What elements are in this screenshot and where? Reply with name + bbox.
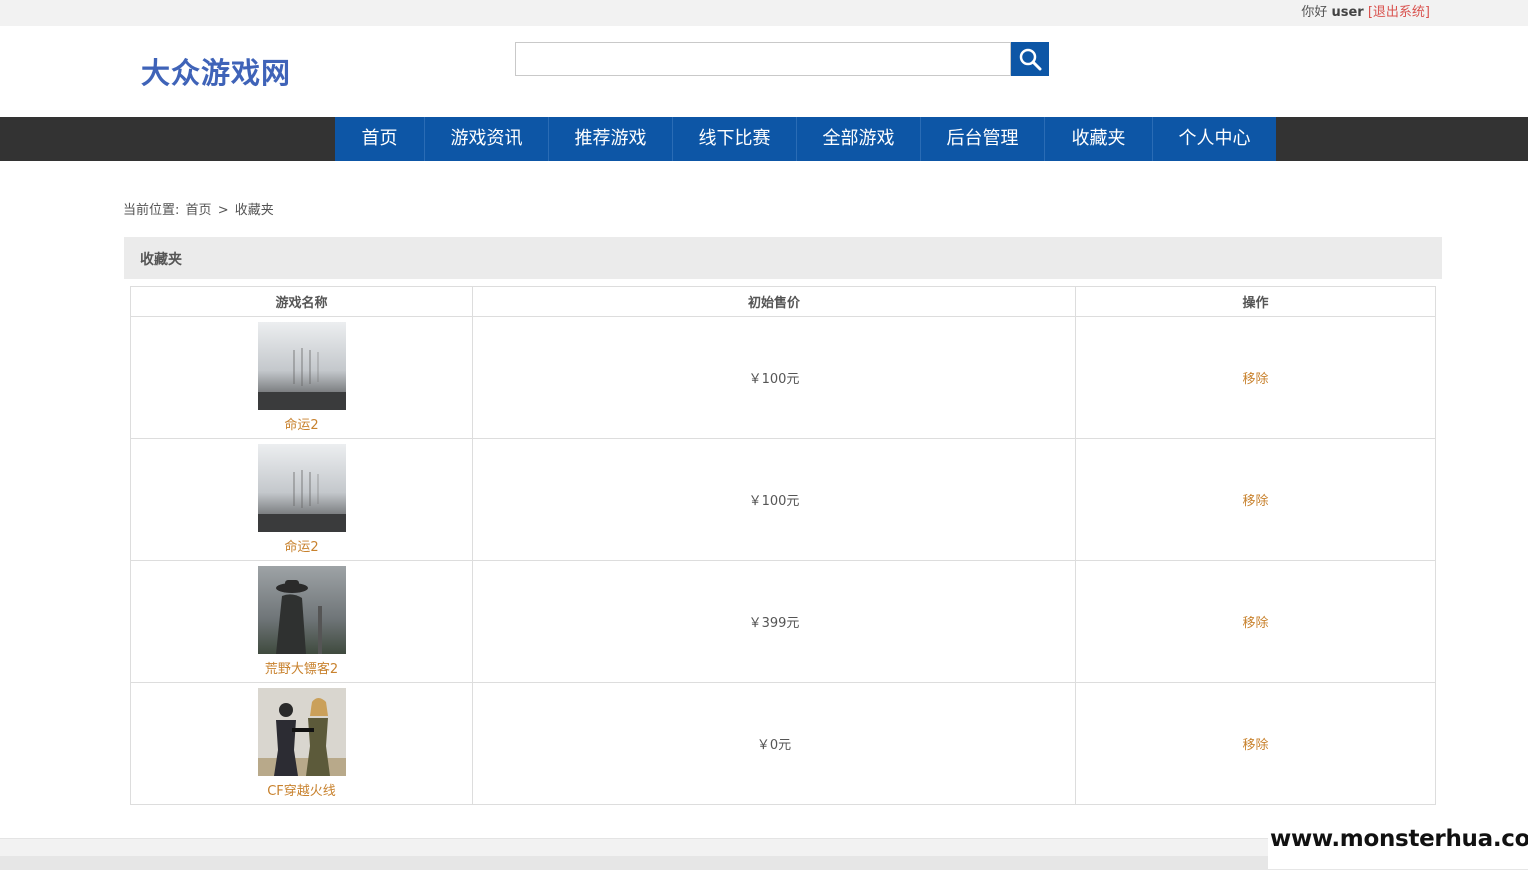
- game-thumbnail[interactable]: [257, 566, 346, 654]
- game-cell: CF穿越火线: [130, 682, 473, 805]
- game-cell: 命运2: [130, 438, 473, 561]
- action-cell: 移除: [1075, 682, 1436, 805]
- main-nav-bar: 首页 游戏资讯 推荐游戏 线下比赛 全部游戏 后台管理 收藏夹 个人中心: [0, 117, 1528, 161]
- column-header-name: 游戏名称: [130, 286, 473, 317]
- site-logo[interactable]: 大众游戏网: [141, 50, 291, 92]
- breadcrumb-separator: >: [217, 203, 229, 218]
- table-row: CF穿越火线 ￥0元 移除: [130, 682, 1436, 805]
- game-name-link[interactable]: 命运2: [131, 414, 472, 433]
- page-content: 当前位置: 首页 > 收藏夹 收藏夹 游戏名称 初始售价 操作 命运2 ￥100…: [0, 161, 1528, 838]
- column-header-action: 操作: [1075, 286, 1436, 317]
- top-bar: 你好 user [退出系统]: [0, 0, 1528, 26]
- nav-item-recommended[interactable]: 推荐游戏: [549, 117, 673, 161]
- logout-link[interactable]: [退出系统]: [1368, 5, 1430, 20]
- main-nav: 首页 游戏资讯 推荐游戏 线下比赛 全部游戏 后台管理 收藏夹 个人中心: [335, 117, 1276, 161]
- price-cell: ￥399元: [472, 560, 1076, 683]
- table-header-row: 游戏名称 初始售价 操作: [130, 286, 1436, 317]
- search-bar: [515, 42, 1050, 76]
- price-cell: ￥100元: [472, 316, 1076, 439]
- remove-button[interactable]: 移除: [1242, 494, 1268, 509]
- greeting-text: 你好: [1301, 5, 1328, 20]
- search-button[interactable]: [1011, 42, 1049, 76]
- game-cell: 命运2: [130, 316, 473, 439]
- game-thumbnail[interactable]: [257, 444, 346, 532]
- breadcrumb-current: 收藏夹: [234, 203, 274, 218]
- action-cell: 移除: [1075, 560, 1436, 683]
- game-name-link[interactable]: 命运2: [131, 536, 472, 555]
- watermark: www.monsterhua.com: [1268, 810, 1528, 869]
- game-cell: 荒野大镖客2: [130, 560, 473, 683]
- nav-item-favorites[interactable]: 收藏夹: [1045, 117, 1153, 161]
- game-thumbnail[interactable]: [257, 688, 346, 776]
- search-input[interactable]: [515, 42, 1011, 76]
- panel-header: 收藏夹: [124, 237, 1442, 279]
- table-row: 荒野大镖客2 ￥399元 移除: [130, 560, 1436, 683]
- action-cell: 移除: [1075, 438, 1436, 561]
- nav-item-news[interactable]: 游戏资讯: [425, 117, 549, 161]
- breadcrumb-prefix: 当前位置:: [123, 203, 180, 218]
- nav-item-all-games[interactable]: 全部游戏: [797, 117, 921, 161]
- site-header: 大众游戏网: [0, 26, 1528, 117]
- table-row: 命运2 ￥100元 移除: [130, 316, 1436, 439]
- game-name-link[interactable]: 荒野大镖客2: [131, 658, 472, 677]
- favorites-table: 游戏名称 初始售价 操作 命运2 ￥100元 移除 命运2 ￥100元 移除 荒…: [130, 286, 1436, 805]
- column-header-price: 初始售价: [472, 286, 1076, 317]
- breadcrumb-home[interactable]: 首页: [186, 203, 212, 218]
- panel-title: 收藏夹: [140, 252, 182, 268]
- nav-item-profile[interactable]: 个人中心: [1153, 117, 1276, 161]
- nav-item-home[interactable]: 首页: [335, 117, 425, 161]
- remove-button[interactable]: 移除: [1242, 616, 1268, 631]
- nav-item-offline-match[interactable]: 线下比赛: [673, 117, 797, 161]
- price-cell: ￥0元: [472, 682, 1076, 805]
- price-cell: ￥100元: [472, 438, 1076, 561]
- nav-item-admin[interactable]: 后台管理: [921, 117, 1045, 161]
- game-name-link[interactable]: CF穿越火线: [131, 780, 472, 799]
- watermark-text: www.monsterhua.com: [1270, 826, 1528, 852]
- remove-button[interactable]: 移除: [1242, 372, 1268, 387]
- search-icon: [1019, 48, 1042, 71]
- username: user: [1331, 5, 1364, 20]
- remove-button[interactable]: 移除: [1242, 738, 1268, 753]
- game-thumbnail[interactable]: [257, 322, 346, 410]
- action-cell: 移除: [1075, 316, 1436, 439]
- user-greeting: 你好 user [退出系统]: [1301, 1, 1430, 20]
- table-row: 命运2 ￥100元 移除: [130, 438, 1436, 561]
- breadcrumb: 当前位置: 首页 > 收藏夹: [123, 199, 276, 218]
